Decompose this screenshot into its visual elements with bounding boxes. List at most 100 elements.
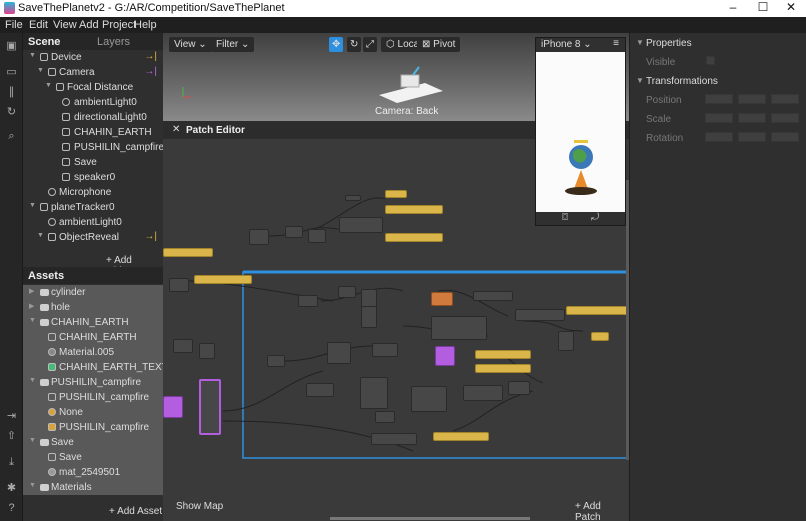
asset-pushilin-campfire-mesh[interactable]: PUSHILIN_campfire: [23, 390, 163, 405]
menu-view[interactable]: View: [53, 19, 77, 31]
scene-item-chahin-earth[interactable]: CHAHIN_EARTH: [23, 125, 163, 140]
asset-chahin-earth-mesh[interactable]: CHAHIN_EARTH: [23, 330, 163, 345]
menu-help[interactable]: Help: [134, 19, 157, 31]
patch-node[interactable]: [338, 286, 356, 298]
rotate-device-icon[interactable]: ⤾: [591, 212, 599, 223]
patch-node[interactable]: [169, 278, 189, 292]
asset-save-folder[interactable]: ▼ Save: [23, 435, 163, 450]
patch-node[interactable]: [298, 295, 318, 307]
patch-node[interactable]: [360, 377, 388, 409]
scene-item-speaker[interactable]: speaker0: [23, 170, 163, 185]
simulator-preview[interactable]: iPhone 8 ⌄ ≡ ⌼ ⤾: [535, 37, 626, 226]
patch-node[interactable]: [433, 432, 489, 441]
menu-file[interactable]: File: [5, 19, 23, 31]
scene-item-device[interactable]: ▼ Device →|: [23, 50, 163, 65]
asset-save-mesh[interactable]: Save: [23, 450, 163, 465]
patch-editor-scrollbar-vertical[interactable]: [626, 180, 629, 460]
patch-node[interactable]: [361, 306, 377, 328]
scale-y-field[interactable]: [738, 113, 766, 123]
patch-node[interactable]: [267, 355, 285, 367]
scale-z-field[interactable]: [771, 113, 799, 123]
video-icon[interactable]: ▭: [5, 67, 18, 78]
patch-node[interactable]: [249, 229, 269, 245]
patch-node[interactable]: [345, 195, 361, 201]
scene-item-pushilin-campfire[interactable]: PUSHILIN_campfire: [23, 140, 164, 155]
patch-node[interactable]: [591, 332, 609, 341]
maximize-button[interactable]: ☐: [748, 0, 778, 17]
bug-icon[interactable]: ✱: [5, 483, 18, 494]
collapse-icon[interactable]: ▼: [636, 76, 644, 85]
device-dropdown[interactable]: iPhone 8 ⌄: [541, 39, 592, 50]
patch-node[interactable]: [515, 309, 565, 321]
scale-x-field[interactable]: [705, 113, 733, 123]
patch-node[interactable]: [371, 433, 417, 445]
layout-icon[interactable]: ▣: [5, 41, 18, 52]
asset-chahin-earth-folder[interactable]: ▼ CHAHIN_EARTH: [23, 315, 163, 330]
patch-node[interactable]: [431, 292, 453, 306]
rotation-z-field[interactable]: [771, 132, 799, 142]
collapse-icon[interactable]: ▼: [636, 38, 644, 47]
close-button[interactable]: ✕: [776, 0, 806, 17]
minimize-button[interactable]: –: [718, 0, 748, 17]
patch-node[interactable]: [385, 205, 443, 214]
patch-node[interactable]: [339, 217, 383, 233]
menu-project[interactable]: Project: [102, 19, 136, 31]
patch-node[interactable]: [385, 233, 443, 242]
zoom-icon[interactable]: ⌕: [5, 131, 18, 142]
patch-node[interactable]: [435, 346, 455, 366]
patch-node[interactable]: [385, 190, 407, 198]
help-icon[interactable]: ?: [5, 503, 18, 514]
refresh-icon[interactable]: ↻: [5, 107, 18, 118]
patch-node[interactable]: [473, 291, 513, 301]
patch-node[interactable]: [431, 316, 487, 340]
export-icon[interactable]: ⤓: [5, 457, 18, 468]
scene-item-microphone[interactable]: Microphone: [23, 185, 163, 200]
rotation-y-field[interactable]: [738, 132, 766, 142]
menu-icon[interactable]: ≡: [613, 38, 619, 49]
patch-node[interactable]: [372, 343, 398, 357]
patch-node[interactable]: [163, 248, 213, 257]
tab-layers[interactable]: Layers: [97, 36, 130, 48]
patch-node[interactable]: [375, 411, 395, 423]
send-to-device-icon[interactable]: ⇥: [5, 411, 18, 422]
asset-material-005[interactable]: Material.005: [23, 345, 163, 360]
patch-node[interactable]: [285, 226, 303, 238]
add-asset-button[interactable]: + Add Asset: [109, 506, 162, 517]
position-z-field[interactable]: [771, 94, 799, 104]
menu-edit[interactable]: Edit: [29, 19, 48, 31]
asset-chahin-earth-texture[interactable]: CHAHIN_EARTH_TEXTURE: [23, 360, 189, 375]
patch-node[interactable]: [463, 385, 503, 401]
split-icon[interactable]: ∥: [5, 87, 18, 98]
scene-item-save[interactable]: Save: [23, 155, 163, 170]
patch-node[interactable]: [199, 379, 221, 435]
patch-node[interactable]: [308, 229, 326, 243]
asset-pushilin-campfire-texture[interactable]: PUSHILIN_campfire: [23, 420, 163, 435]
patch-node[interactable]: [194, 275, 252, 284]
patch-node[interactable]: [327, 342, 351, 364]
show-map-button[interactable]: Show Map: [176, 501, 223, 512]
patch-node[interactable]: [411, 386, 447, 412]
add-patch-button[interactable]: + Add Patch: [575, 501, 629, 521]
tab-scene[interactable]: Scene: [28, 36, 60, 48]
visible-checkbox[interactable]: [706, 56, 715, 65]
scene-item-object-reveal[interactable]: ▼ ObjectReveal →|: [23, 230, 163, 245]
patch-node[interactable]: [475, 350, 531, 359]
scene-item-ambient-light[interactable]: ambientLight0: [23, 95, 163, 110]
scene-item-focal-distance[interactable]: ▼ Focal Distance: [23, 80, 163, 95]
position-x-field[interactable]: [705, 94, 733, 104]
patch-node[interactable]: [475, 364, 531, 373]
patch-node[interactable]: [199, 343, 215, 359]
patch-node[interactable]: [306, 383, 334, 397]
rotation-x-field[interactable]: [705, 132, 733, 142]
patch-node[interactable]: [566, 306, 628, 315]
patch-node[interactable]: [558, 331, 574, 351]
patch-editor-scrollbar-horizontal[interactable]: [330, 517, 530, 520]
capture-icon[interactable]: ⌼: [562, 212, 568, 223]
asset-materials-folder[interactable]: ▼ Materials: [23, 480, 163, 495]
upload-icon[interactable]: ⇧: [5, 431, 18, 442]
asset-none[interactable]: None: [23, 405, 163, 420]
patch-node[interactable]: [173, 339, 193, 353]
menu-add[interactable]: Add: [79, 19, 99, 31]
asset-mat-2549501[interactable]: mat_2549501: [23, 465, 163, 480]
scene-item-ambient-light-2[interactable]: ambientLight0: [23, 215, 163, 230]
